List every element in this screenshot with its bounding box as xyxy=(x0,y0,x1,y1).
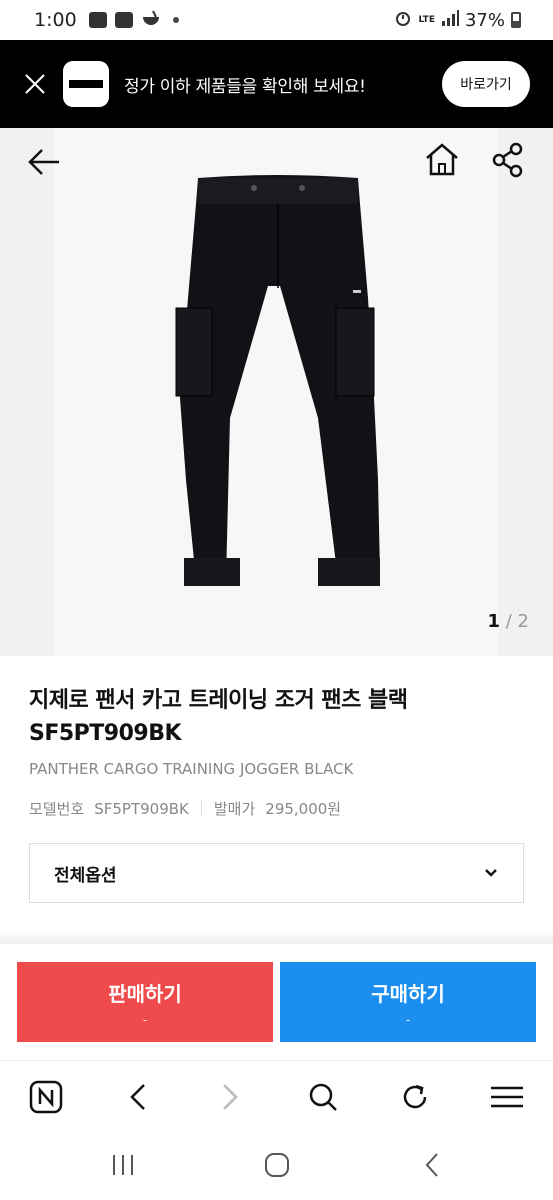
model-label: 모델번호 xyxy=(29,800,85,818)
app-logo xyxy=(63,61,109,107)
browser-forward-icon[interactable] xyxy=(212,1079,248,1115)
alarm-icon xyxy=(394,9,412,32)
price-label: 발매가 xyxy=(213,800,256,818)
notification-dot-icon xyxy=(172,17,179,23)
page-counter: 1 / 2 xyxy=(487,611,530,632)
menu-icon[interactable] xyxy=(489,1079,525,1115)
meta-divider xyxy=(200,800,202,817)
bowl-icon xyxy=(141,10,161,31)
product-title-line1: 지제로 팬서 카고 트레이닝 조거 팬츠 블랙 xyxy=(29,688,408,713)
battery-icon xyxy=(511,12,521,28)
options-select[interactable]: 전체옵션 xyxy=(29,843,524,903)
back-arrow-icon[interactable] xyxy=(26,144,62,180)
product-meta: 모델번호 SF5PT909BK 발매가 295,000원 xyxy=(29,798,341,819)
options-label: 전체옵션 xyxy=(54,865,117,886)
signal-icon xyxy=(441,9,459,31)
app-icon xyxy=(114,12,133,28)
price-value: 295,000원 xyxy=(265,800,342,818)
status-bar: 1:00 LTE 37% xyxy=(0,0,553,40)
chevron-down-icon xyxy=(483,865,499,881)
home-button-icon[interactable] xyxy=(262,1150,292,1180)
recent-apps-icon[interactable] xyxy=(108,1150,138,1180)
battery-percent: 37% xyxy=(464,9,505,31)
sell-button[interactable]: 판매하기 - xyxy=(17,962,273,1042)
section-divider xyxy=(0,930,553,944)
naver-home-icon[interactable] xyxy=(28,1079,64,1115)
browser-back-icon[interactable] xyxy=(120,1079,156,1115)
product-subtitle: PANTHER CARGO TRAINING JOGGER BLACK xyxy=(29,760,354,778)
buy-button[interactable]: 구매하기 - xyxy=(280,962,536,1042)
promo-banner: 정가 이하 제품들을 확인해 보세요! 바로가기 xyxy=(0,40,553,128)
system-back-icon[interactable] xyxy=(418,1150,448,1180)
status-time: 1:00 xyxy=(34,9,77,31)
youtube-icon xyxy=(88,12,107,28)
product-gallery[interactable]: 1 / 2 xyxy=(0,128,553,656)
network-type: LTE xyxy=(418,14,435,25)
product-title: 지제로 팬서 카고 트레이닝 조거 팬츠 블랙 SF5PT909BK xyxy=(29,684,529,750)
promo-go-button[interactable]: 바로가기 xyxy=(442,61,530,107)
home-icon[interactable] xyxy=(424,142,460,178)
close-icon[interactable] xyxy=(0,40,70,128)
system-navigation xyxy=(0,1132,553,1200)
product-image xyxy=(175,175,380,586)
browser-toolbar xyxy=(0,1060,553,1132)
share-icon[interactable] xyxy=(490,142,526,178)
action-bar: 판매하기 - 구매하기 - xyxy=(0,944,553,1058)
model-value: SF5PT909BK xyxy=(94,799,189,818)
refresh-icon[interactable] xyxy=(397,1079,433,1115)
promo-text: 정가 이하 제품들을 확인해 보세요! xyxy=(124,76,366,97)
product-title-line2: SF5PT909BK xyxy=(29,721,182,746)
search-icon[interactable] xyxy=(305,1079,341,1115)
